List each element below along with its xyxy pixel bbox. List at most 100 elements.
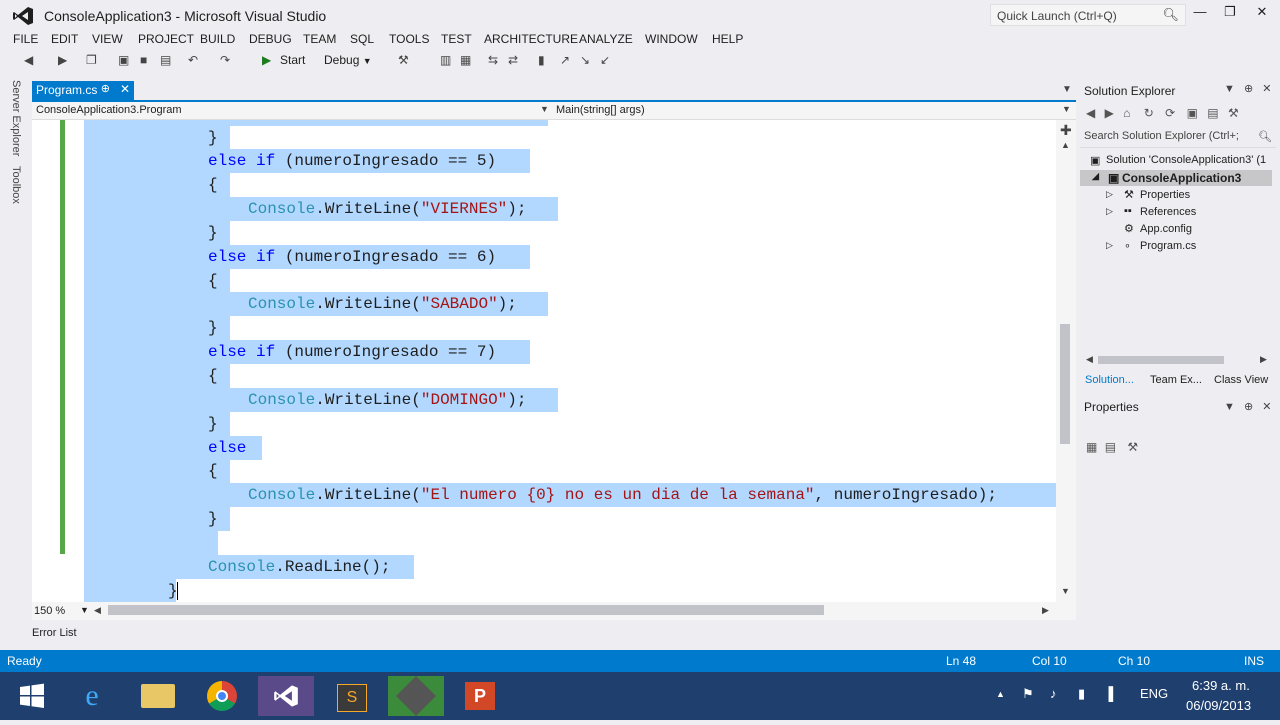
quick-launch-input[interactable]: Quick Launch (Ctrl+Q) 🔍︎ <box>990 4 1186 26</box>
menu-debug[interactable]: DEBUG <box>249 32 292 46</box>
properties-icon[interactable]: ⚒ <box>1228 106 1239 120</box>
pin-icon[interactable]: ⊕ <box>1244 401 1253 413</box>
visual-studio-taskbar-icon[interactable] <box>258 676 314 716</box>
new-project-icon[interactable]: ❐ <box>86 53 97 67</box>
bookmark-list-icon[interactable]: ▦ <box>460 53 471 67</box>
next-bookmark-icon[interactable]: ↘ <box>580 53 590 67</box>
tab-solution-explorer[interactable]: Solution... <box>1085 374 1134 386</box>
close-icon[interactable]: ✕ <box>1262 401 1271 413</box>
member-dropdown[interactable]: Main(string[] args) <box>556 104 645 116</box>
chrome-icon[interactable] <box>194 676 250 716</box>
open-file-icon[interactable]: ▣ <box>118 53 129 67</box>
menu-tools[interactable]: TOOLS <box>389 32 429 46</box>
expand-icon[interactable]: ▷ <box>1106 240 1113 251</box>
sublime-text-icon[interactable]: S <box>324 676 380 716</box>
zoom-level[interactable]: 150 % <box>34 605 65 617</box>
scroll-left-icon[interactable]: ◀ <box>1086 354 1093 365</box>
chevron-down-icon[interactable]: ▼ <box>1224 83 1235 95</box>
save-icon[interactable]: ■ <box>140 53 147 67</box>
forward-icon[interactable]: ▶ <box>58 53 67 67</box>
home-icon[interactable]: ⌂ <box>1123 106 1130 120</box>
start-icon[interactable]: ▶ <box>262 53 271 67</box>
undo-icon[interactable]: ↶ <box>188 53 198 67</box>
sync-icon[interactable]: ↻ <box>1144 106 1154 120</box>
menu-build[interactable]: BUILD <box>200 32 235 46</box>
internet-explorer-icon[interactable]: e <box>64 676 120 716</box>
tab-class-view[interactable]: Class View <box>1214 374 1268 386</box>
tree-project-selected[interactable]: ◢ ▣ ConsoleApplication3 <box>1080 170 1272 186</box>
clear-bookmarks-icon[interactable]: ↙ <box>600 53 610 67</box>
close-window-button[interactable]: ✕ <box>1250 4 1274 24</box>
power-icon[interactable]: ▮ <box>1078 686 1085 702</box>
tree-item-app-config[interactable]: App.config <box>1140 223 1192 235</box>
menu-team[interactable]: TEAM <box>303 32 336 46</box>
minimize-button[interactable]: — <box>1188 4 1212 24</box>
clock-date[interactable]: 06/09/2013 <box>1186 698 1251 713</box>
chevron-down-icon[interactable]: ▼ <box>1224 401 1235 413</box>
menu-analyze[interactable]: ANALYZE <box>579 32 633 46</box>
collapse-all-icon[interactable]: ▣ <box>1187 106 1198 120</box>
powerpoint-icon[interactable]: P <box>452 676 508 716</box>
save-all-icon[interactable]: ▤ <box>160 53 171 67</box>
menu-sql[interactable]: SQL <box>350 32 374 46</box>
tree-item-properties[interactable]: Properties <box>1140 189 1190 201</box>
forward-icon[interactable]: ▶ <box>1105 106 1114 120</box>
clock-time[interactable]: 6:39 a. m. <box>1192 678 1250 693</box>
menu-architecture[interactable]: ARCHITECTURE <box>484 32 578 46</box>
close-icon[interactable]: ✕ <box>1262 83 1271 95</box>
volume-icon[interactable]: ♪ <box>1050 686 1057 701</box>
toolbox-tab[interactable]: Toolbox <box>10 166 22 204</box>
close-icon[interactable]: ✕ <box>120 82 130 96</box>
scroll-up-icon[interactable]: ▲ <box>1061 140 1070 150</box>
start-button[interactable]: Start <box>280 53 305 67</box>
tab-dropdown-icon[interactable]: ▼ <box>1062 84 1072 95</box>
tree-item-program-cs[interactable]: Program.cs <box>1140 240 1196 252</box>
horizontal-scroll-thumb[interactable] <box>108 605 824 615</box>
windows-start-icon[interactable] <box>4 676 60 716</box>
chevron-down-icon[interactable]: ▼ <box>80 605 89 615</box>
scroll-left-icon[interactable]: ◀ <box>94 605 101 616</box>
chevron-down-icon[interactable]: ▼ <box>540 104 549 114</box>
restore-button[interactable]: ❐ <box>1218 4 1242 24</box>
file-nav-icon[interactable]: ▥ <box>440 53 451 67</box>
language-indicator[interactable]: ENG <box>1140 686 1168 701</box>
indent-icon[interactable]: ⇆ <box>488 53 498 67</box>
menu-help[interactable]: HELP <box>712 32 743 46</box>
tree-solution[interactable]: Solution 'ConsoleApplication3' (1 <box>1106 154 1266 166</box>
split-icon[interactable]: ✚ <box>1060 122 1072 139</box>
pin-icon[interactable]: ⊕ <box>1244 83 1253 95</box>
menu-window[interactable]: WINDOW <box>645 32 698 46</box>
solution-horizontal-scrollbar[interactable]: ◀ ▶ <box>1086 354 1270 368</box>
back-icon[interactable]: ◀ <box>24 53 33 67</box>
expand-icon[interactable]: ◢ <box>1092 171 1099 182</box>
code-editor[interactable]: } else if (numeroIngresado == 5) { Conso… <box>32 120 1056 602</box>
pin-icon[interactable]: ⊕ <box>101 82 110 95</box>
show-hidden-icons-icon[interactable]: ▲ <box>996 689 1005 699</box>
prev-bookmark-icon[interactable]: ↗ <box>560 53 570 67</box>
editor-vertical-scrollbar[interactable]: ✚ ▲ ▼ <box>1056 120 1076 602</box>
expand-icon[interactable]: ▷ <box>1106 206 1113 217</box>
type-dropdown[interactable]: ConsoleApplication3.Program <box>36 104 182 116</box>
menu-view[interactable]: VIEW <box>92 32 123 46</box>
action-center-flag-icon[interactable]: ⚑ <box>1022 686 1034 702</box>
scroll-right-icon[interactable]: ▶ <box>1260 354 1267 365</box>
menu-file[interactable]: FILE <box>13 32 38 46</box>
server-explorer-tab[interactable]: Server Explorer <box>10 80 22 156</box>
tab-program-cs[interactable]: Program.cs ⊕ ✕ <box>32 81 134 100</box>
show-all-files-icon[interactable]: ▤ <box>1207 106 1218 120</box>
scroll-thumb[interactable] <box>1060 324 1070 444</box>
back-icon[interactable]: ◀ <box>1086 106 1095 120</box>
scroll-thumb[interactable] <box>1098 356 1224 364</box>
tab-team-explorer[interactable]: Team Ex... <box>1150 374 1202 386</box>
chevron-down-icon[interactable]: ▼ <box>1062 104 1071 114</box>
menu-edit[interactable]: EDIT <box>51 32 78 46</box>
menu-project[interactable]: PROJECT <box>138 32 194 46</box>
tree-item-references[interactable]: References <box>1140 206 1196 218</box>
error-list-tab[interactable]: Error List <box>32 627 77 639</box>
configuration-dropdown[interactable]: Debug ▼ <box>324 53 380 67</box>
scroll-right-icon[interactable]: ▶ <box>1042 605 1049 616</box>
attach-icon[interactable]: ⚒ <box>398 53 409 67</box>
outdent-icon[interactable]: ⇄ <box>508 53 518 67</box>
file-explorer-icon[interactable] <box>130 676 186 716</box>
network-icon[interactable]: ▐ <box>1104 686 1113 701</box>
